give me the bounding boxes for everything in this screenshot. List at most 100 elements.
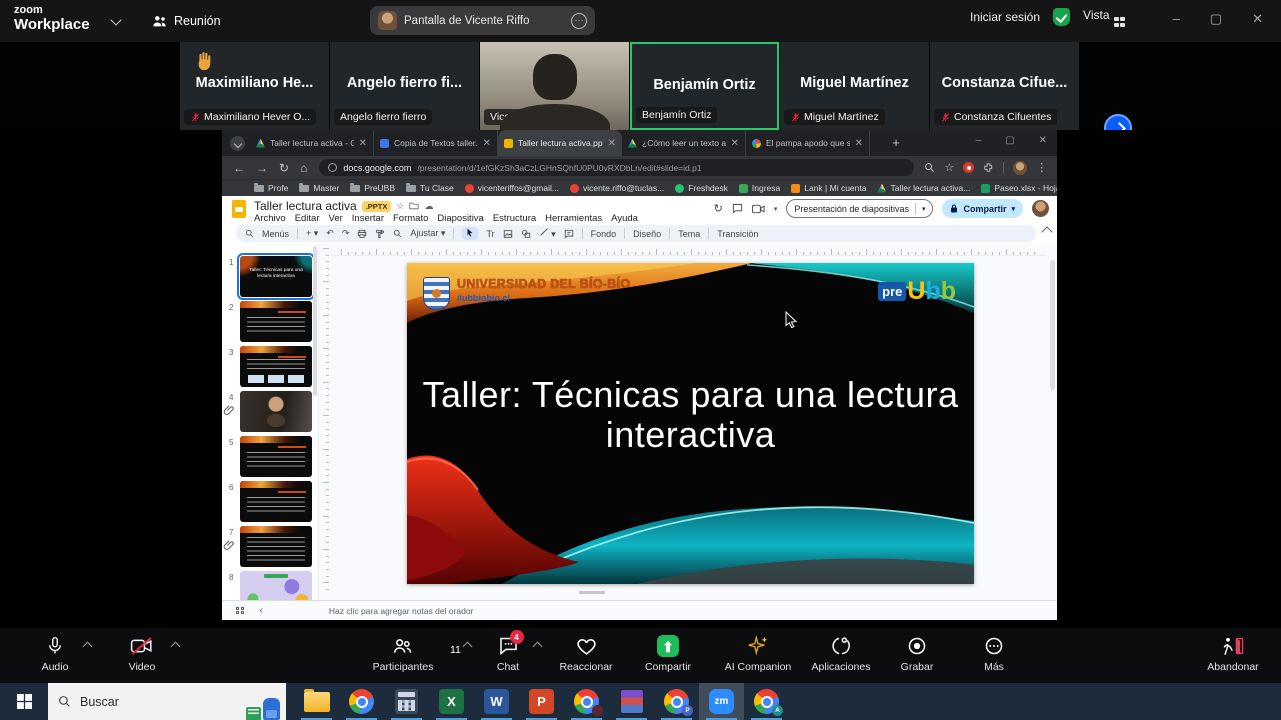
participant-tile[interactable]: Miguel Martínez Miguel Martínez [780,42,929,130]
zoom-icon[interactable] [393,229,402,238]
adblock-extension-icon[interactable] [963,162,974,173]
browser-tab[interactable]: ¿Cómo leer un texto aplicando✕ [622,130,746,156]
browser-tab[interactable]: Copia de Textos taller.docx - D✕ [374,130,498,156]
transition-button[interactable]: Transición [717,229,758,239]
menu-formato[interactable]: Formato [393,213,428,224]
present-button[interactable]: Presentación de diapositivas ▾ [786,199,933,218]
tab-meeting[interactable]: Reunión [152,10,221,32]
bookmark-item[interactable]: Freshdesk [675,183,728,193]
browser-tab[interactable]: El pampa apodo que significa✕ [746,130,870,156]
menu-insertar[interactable]: Insertar [352,213,384,224]
insert-comment-icon[interactable] [564,229,574,239]
react-button[interactable]: Reaccionar [541,635,631,673]
redo-icon[interactable]: ↷ [342,228,350,239]
participant-tile[interactable]: Constanza Cifue... Constanza Cifuentes [930,42,1079,130]
theme-button[interactable]: Tema [678,229,700,239]
share-screen-button[interactable]: Compartir [623,635,713,673]
collapse-filmstrip-icon[interactable]: ‹ [260,605,263,616]
ai-companion-button[interactable]: AI Companion [713,635,803,673]
speaker-notes-placeholder[interactable]: Haz clic para agregar notas del orador [329,606,474,616]
menu-archivo[interactable]: Archivo [254,213,286,224]
close-tab-icon[interactable]: ✕ [855,138,863,149]
close-tab-icon[interactable]: ✕ [731,138,739,149]
search-icon[interactable] [245,229,254,238]
site-info-icon[interactable] [328,163,337,172]
menu-ver[interactable]: Ver [329,213,343,224]
chevron-down-icon[interactable]: ▾ [774,205,778,213]
taskbar-excel[interactable]: X [429,683,474,720]
taskbar-chrome-profile-a[interactable]: A [744,683,789,720]
browser-tab-active[interactable]: Taller lectura activa.pptx - Pres✕ [498,130,622,156]
chevron-down-icon[interactable]: ▾ [922,205,926,213]
select-cursor-button[interactable] [462,227,478,240]
taskbar-chrome[interactable] [339,683,384,720]
video-options-chevron[interactable] [171,642,181,652]
insert-line-icon[interactable]: ▾ [539,227,556,240]
taskbar-chrome-profile-2[interactable] [564,683,609,720]
chat-button[interactable]: 4 Chat [463,635,553,673]
current-slide[interactable]: UNIVERSIDAD DEL BÍO-BÍO #ubbiobio.cl pre… [407,263,974,584]
move-folder-icon[interactable] [409,201,419,212]
insert-shape-icon[interactable] [521,229,531,239]
slide-thumbnail-4[interactable] [240,391,312,432]
chevron-down-icon[interactable] [110,14,121,25]
menu-diapositiva[interactable]: Diapositiva [437,213,483,224]
meet-camera-icon[interactable] [752,204,765,214]
participant-tile[interactable]: Angelo fierro fi... Angelo fierro fierro [330,42,479,130]
sign-in-button[interactable]: Iniciar sesión [970,10,1040,24]
participant-tile[interactable]: Maximiliano He... Maximiliano Hever O... [180,42,329,130]
canvas-horizontal-scrollbar[interactable] [579,591,605,594]
taskbar-search-box[interactable]: Buscar [48,683,286,720]
new-slide-button[interactable]: + ▾ [306,228,318,239]
profile-avatar[interactable] [1032,200,1049,217]
taskbar-calculator[interactable] [384,683,429,720]
forward-icon[interactable]: → [256,162,268,174]
bookmark-item[interactable]: vicenteriffos@gmail... [465,183,559,193]
bookmark-item[interactable]: Paseo.xlsx - Hojas d... [981,183,1057,193]
chrome-close-button[interactable]: ✕ [1039,136,1047,146]
video-button[interactable]: Video [97,635,187,673]
bookmark-item[interactable]: Ingresa [739,183,780,193]
shared-screen-pill[interactable]: Pantalla de Vicente Riffo ⋯ [370,6,595,35]
close-tab-icon[interactable]: ✕ [359,138,367,149]
extensions-puzzle-icon[interactable] [983,162,994,173]
menu-herramientas[interactable]: Herramientas [545,213,602,224]
chrome-menu-icon[interactable]: ⋮ [1036,161,1047,174]
menu-editar[interactable]: Editar [295,213,320,224]
bookmark-item[interactable]: vicente.riffo@tuclas... [570,183,664,193]
bookmark-folder[interactable]: PreUBB [350,183,395,193]
print-icon[interactable] [357,229,367,239]
start-button[interactable] [0,683,48,720]
textbox-button[interactable]: Tr [486,229,494,239]
security-shield-icon[interactable] [1053,8,1070,26]
more-options-icon[interactable]: ⋯ [571,13,587,29]
home-icon[interactable]: ⌂ [300,162,307,174]
bookmark-folder[interactable]: Tu Clase [406,183,454,193]
layout-button[interactable]: Diseño [633,229,661,239]
chevron-down-icon[interactable]: ▾ [1011,205,1015,213]
more-button[interactable]: Más [949,635,1039,673]
participant-tile-active-speaker[interactable]: Benjamín Ortiz Benjamín Ortiz [630,42,779,130]
taskbar-powerpoint[interactable]: P [519,683,564,720]
slide-thumbnail-7[interactable] [240,526,312,567]
leave-button[interactable]: Abandonar [1188,635,1278,673]
bookmark-folder[interactable]: Profe [254,183,288,193]
audio-button[interactable]: Audio [10,635,100,673]
cloud-status-icon[interactable]: ☁ [424,201,433,212]
menu-ayuda[interactable]: Ayuda [611,213,638,224]
participant-tile-video[interactable]: Vicente Riffo [480,42,629,130]
zoom-page-icon[interactable] [924,162,935,173]
bookmark-item[interactable]: Lank | Mi cuenta [791,183,866,193]
paint-format-icon[interactable] [375,229,385,239]
background-button[interactable]: Fondo [591,229,617,239]
slide-thumbnail-2[interactable] [240,301,312,342]
bookmark-folder[interactable]: Master [299,183,339,193]
chrome-maximize-button[interactable]: ▢ [1005,136,1014,146]
grid-view-icon[interactable] [236,607,244,615]
address-bar[interactable]: docs.google.com /presentation/d/1efGKzSh… [319,159,914,176]
canvas-vertical-scrollbar[interactable] [1050,260,1055,390]
slide-thumbnail-1[interactable]: Taller: Técnicas para una lectura intera… [240,256,312,297]
slide-thumbnail-5[interactable] [240,436,312,477]
new-tab-button[interactable]: + [888,135,904,151]
profile-avatar[interactable] [1013,161,1027,175]
